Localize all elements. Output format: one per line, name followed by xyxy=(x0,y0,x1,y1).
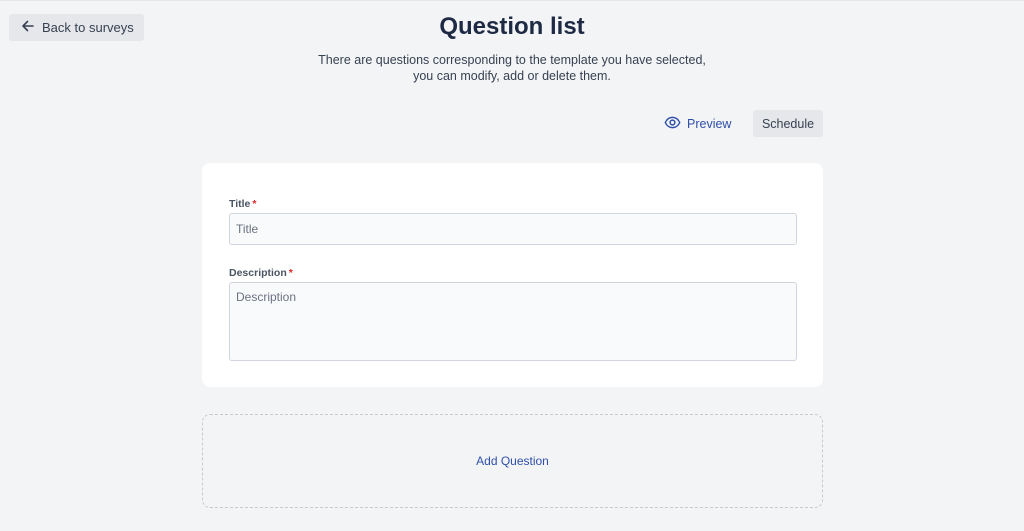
title-field-label: Title * xyxy=(229,198,257,210)
required-marker: * xyxy=(288,267,293,279)
preview-label: Preview xyxy=(687,117,732,131)
required-marker: * xyxy=(252,198,257,210)
page-subtitle: There are questions corresponding to the… xyxy=(318,53,706,83)
eye-icon xyxy=(664,114,681,134)
survey-info-card: Title* Description* xyxy=(202,163,823,387)
page: Back to surveys Question list There are … xyxy=(0,0,1024,531)
page-title: Question list xyxy=(439,13,585,40)
description-field-label: Description * xyxy=(229,267,293,279)
schedule-button[interactable]: Schedule xyxy=(753,110,823,137)
description-input[interactable] xyxy=(229,282,797,361)
preview-button[interactable]: Preview xyxy=(664,114,731,134)
add-question-label: Add Question xyxy=(476,454,549,468)
title-input[interactable] xyxy=(229,213,797,245)
add-question-button[interactable]: Add Question xyxy=(202,414,823,508)
